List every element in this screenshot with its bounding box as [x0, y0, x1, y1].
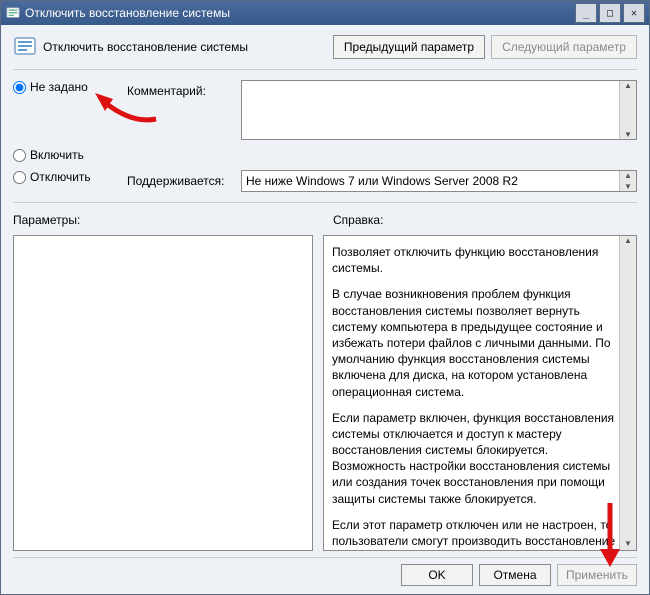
window-title: Отключить восстановление системы — [25, 6, 575, 20]
help-paragraph: Если этот параметр отключен или не настр… — [332, 517, 616, 551]
help-header: Справка: — [333, 213, 637, 227]
scrollbar[interactable]: ▲▼ — [619, 81, 636, 139]
policy-icon — [5, 5, 21, 21]
window-buttons: _ □ ✕ — [575, 3, 645, 23]
parameters-panel — [13, 235, 313, 551]
cancel-button[interactable]: Отмена — [479, 564, 551, 586]
panels: Позволяет отключить функцию восстановлен… — [13, 235, 637, 551]
content-area: Отключить восстановление системы Предыду… — [1, 25, 649, 594]
policy-large-icon — [13, 35, 37, 59]
radio-not-configured-input[interactable] — [13, 81, 26, 94]
supported-textbox: Не ниже Windows 7 или Windows Server 200… — [241, 170, 637, 192]
scrollbar[interactable]: ▲▼ — [619, 171, 636, 191]
supported-value: Не ниже Windows 7 или Windows Server 200… — [246, 174, 518, 188]
ok-button[interactable]: OK — [401, 564, 473, 586]
radio-not-configured[interactable]: Не задано — [13, 80, 123, 94]
separator — [13, 69, 637, 70]
options-grid: Не задано Комментарий: ▲▼ Включить Отклю… — [13, 80, 637, 192]
radio-disabled[interactable]: Отключить — [13, 170, 123, 184]
radio-disabled-label: Отключить — [30, 170, 91, 184]
maximize-button[interactable]: □ — [599, 3, 621, 23]
policy-name: Отключить восстановление системы — [43, 40, 333, 54]
help-paragraph: В случае возникновения проблем функция в… — [332, 286, 616, 399]
help-paragraph: Позволяет отключить функцию восстановлен… — [332, 244, 616, 276]
separator — [13, 202, 637, 203]
help-paragraph: Если параметр включен, функция восстанов… — [332, 410, 616, 507]
params-header: Параметры: — [13, 213, 317, 227]
scrollbar[interactable]: ▲▼ — [619, 236, 636, 550]
header-row: Отключить восстановление системы Предыду… — [13, 35, 637, 59]
radio-enabled[interactable]: Включить — [13, 148, 123, 162]
comment-textbox[interactable]: ▲▼ — [241, 80, 637, 140]
next-setting-button[interactable]: Следующий параметр — [491, 35, 637, 59]
radio-disabled-input[interactable] — [13, 171, 26, 184]
previous-setting-button[interactable]: Предыдущий параметр — [333, 35, 485, 59]
radio-not-configured-label: Не задано — [30, 80, 88, 94]
help-panel: Позволяет отключить функцию восстановлен… — [323, 235, 637, 551]
dialog-window: Отключить восстановление системы _ □ ✕ О… — [0, 0, 650, 595]
close-button[interactable]: ✕ — [623, 3, 645, 23]
column-headers: Параметры: Справка: — [13, 213, 637, 229]
radio-enabled-label: Включить — [30, 148, 84, 162]
titlebar: Отключить восстановление системы _ □ ✕ — [1, 1, 649, 25]
minimize-button[interactable]: _ — [575, 3, 597, 23]
radio-enabled-input[interactable] — [13, 149, 26, 162]
apply-button[interactable]: Применить — [557, 564, 637, 586]
supported-label: Поддерживается: — [127, 170, 237, 188]
footer-buttons: OK Отмена Применить — [13, 557, 637, 586]
comment-label: Комментарий: — [127, 80, 237, 98]
